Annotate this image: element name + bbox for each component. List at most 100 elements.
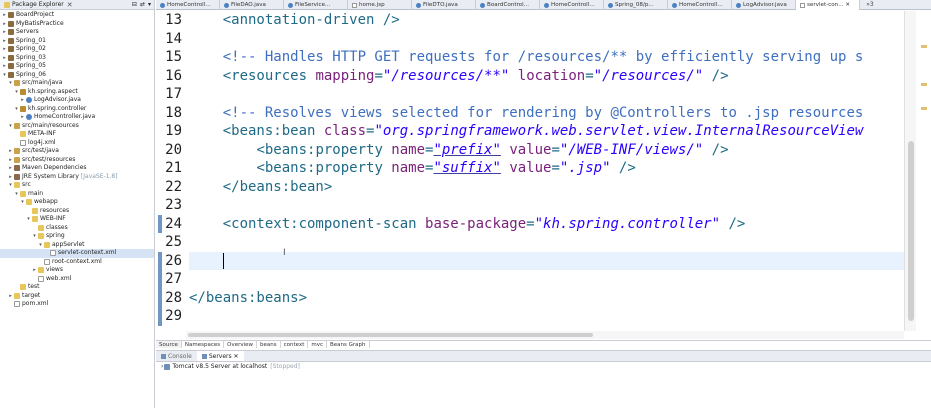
tree-item[interactable]: ▾ webapp [0,198,154,207]
editor-page-tab[interactable]: Source [156,341,182,348]
expand-arrow-icon[interactable]: ▸ [2,62,7,71]
code-line[interactable]: <beans:property name="suffix" value=".js… [189,159,635,178]
tree-item[interactable]: ▾ main [0,190,154,199]
tree-item[interactable]: web.xml [0,275,154,284]
horizontal-scroll-thumb[interactable] [188,333,593,337]
editor-tab[interactable]: home.jsp [348,0,412,10]
expand-arrow-icon[interactable]: ▸ [8,156,13,165]
tree-item[interactable]: ▸ views [0,266,154,275]
expand-arrow-icon[interactable]: ▸ [2,45,7,54]
link-editor-icon[interactable]: ⇄ [140,1,145,8]
expand-arrow-icon[interactable]: ▸ [2,54,7,63]
editor-page-tab[interactable]: Namespaces [182,341,225,348]
editor-page-tab[interactable]: context [281,341,309,348]
collapse-arrow-icon[interactable]: ▾ [8,79,13,88]
tree-item[interactable]: pom.xml [0,300,154,309]
package-explorer-title[interactable]: Package Explorer [12,1,64,8]
tree-item[interactable]: ▸ MyBatisPractice [0,20,154,29]
code-line[interactable]: <!-- Resolves views selected for renderi… [189,104,864,123]
editor-tab[interactable]: Spring_08/p... [604,0,668,10]
code-line[interactable]: <!-- Handles HTTP GET requests for /reso… [189,48,864,67]
expand-arrow-icon[interactable]: ▸ [2,20,7,29]
tree-item[interactable]: ▸ Servers [0,28,154,37]
collapse-arrow-icon[interactable]: ▾ [14,88,19,97]
tree-item[interactable]: ▸ JRE System Library [JavaSE-1.8] [0,173,154,182]
tree-item[interactable]: ▸ Spring_03 [0,54,154,63]
view-tab[interactable]: Servers ✕ [196,351,244,361]
ruler-marker[interactable] [921,45,927,48]
tree-item[interactable]: ▸ HomeController.java [0,113,154,122]
tree-item[interactable]: servlet-context.xml [0,249,154,258]
tree-item[interactable]: ▸ LogAdvisor.java [0,96,154,105]
collapse-arrow-icon[interactable]: ▾ [14,105,19,114]
server-row[interactable]: › Tomcat v8.5 Server at localhost [Stopp… [156,362,931,372]
editor-page-tab[interactable]: Overview [224,341,258,348]
expand-arrow-icon[interactable]: ▸ [2,11,7,20]
expand-arrow-icon[interactable]: ▸ [2,28,7,37]
ruler-marker[interactable] [921,107,927,110]
tree-item[interactable]: classes [0,224,154,233]
code-editor[interactable]: 13 14 15 16 17 18 19 20 21 22 23 24 25 26 27 28 29 <anno… [156,11,916,331]
editor-tab[interactable]: FileService... [284,0,348,10]
tree-item[interactable]: ▸ Spring_01 [0,37,154,46]
collapse-arrow-icon[interactable]: ▾ [8,181,13,190]
editor-tab[interactable]: FileDAO.java [220,0,284,10]
editor-tab[interactable]: servlet-con... ✕ [796,0,860,10]
tree-item[interactable]: ▸ src/test/java [0,147,154,156]
collapse-arrow-icon[interactable]: ▾ [26,215,31,224]
tree-item[interactable]: ▸ src/test/resources [0,156,154,165]
view-tab[interactable]: Console [156,351,197,361]
tree-item[interactable]: ▸ Spring_05 [0,62,154,71]
editor-tab[interactable]: HomeControll... [156,0,220,10]
tab-overflow-button[interactable]: »3 [860,0,880,9]
tree-item[interactable]: ▸ BoardProject [0,11,154,20]
tree-item[interactable]: META-INF [0,130,154,139]
tree-item[interactable]: ▾ src/main/resources [0,122,154,131]
code-line[interactable]: <resources mapping="/resources/**" locat… [189,67,729,86]
expand-arrow-icon[interactable]: ▸ [8,292,13,301]
editor-tab[interactable]: HomeControll... [668,0,732,10]
tree-item[interactable]: log4j.xml [0,139,154,148]
expand-arrow-icon[interactable]: ▸ [32,266,37,275]
editor-tab[interactable]: HomeControll... [540,0,604,10]
code-line[interactable]: </beans:bean> [189,178,333,197]
code-line[interactable]: <beans:property name="prefix" value="/WE… [189,141,728,160]
collapse-arrow-icon[interactable]: ▾ [8,122,13,131]
expand-arrow-icon[interactable]: ▸ [20,113,25,122]
tree-item[interactable]: ▸ Spring_02 [0,45,154,54]
tree-item[interactable]: root-context.xml [0,258,154,267]
horizontal-scrollbar[interactable] [186,331,904,339]
close-view-icon[interactable]: ✕ [67,1,73,9]
tree-item[interactable]: ▾ src/main/java [0,79,154,88]
expand-arrow-icon[interactable]: ▸ [2,37,7,46]
code-line[interactable]: </beans:beans> [189,289,307,308]
collapse-arrow-icon[interactable]: ▾ [32,232,37,241]
expand-arrow-icon[interactable]: ▸ [8,164,13,173]
collapse-arrow-icon[interactable]: ▾ [38,241,43,250]
code-line[interactable]: <context:component-scan base-package="kh… [189,215,746,234]
tree-item[interactable]: ▸ Maven Dependencies [0,164,154,173]
tree-item[interactable]: ▾ WEB-INF [0,215,154,224]
view-menu-icon[interactable]: ▾ [148,1,151,8]
current-code-line[interactable] [189,251,916,270]
expand-arrow-icon[interactable]: ▸ [20,96,25,105]
tree-item[interactable]: ▾ kh.spring.controller [0,105,154,114]
expand-arrow-icon[interactable]: ▸ [8,173,13,182]
editor-page-tab[interactable]: mvc [308,341,328,348]
tree-item[interactable]: ▾ src [0,181,154,190]
tree-item[interactable]: ▾ kh.spring.aspect [0,88,154,97]
tree-item[interactable]: ▾ Spring_06 [0,71,154,80]
collapse-all-icon[interactable]: ⊟ [132,1,137,8]
vertical-scrollbar[interactable] [904,11,916,331]
editor-page-tab[interactable]: beans [257,341,281,348]
ruler-marker[interactable] [921,83,927,86]
code-line[interactable]: <annotation-driven /> [189,11,400,30]
collapse-arrow-icon[interactable]: ▾ [20,198,25,207]
tree-item[interactable]: test [0,283,154,292]
expand-arrow-icon[interactable]: › [161,362,163,372]
editor-tab[interactable]: LogAdvisor.java [732,0,796,10]
tree-item[interactable]: ▾ spring [0,232,154,241]
code-line[interactable]: <beans:bean class="org.springframework.w… [189,122,864,141]
editor-tab[interactable]: BoardControl... [476,0,540,10]
collapse-arrow-icon[interactable]: ▾ [2,71,7,80]
